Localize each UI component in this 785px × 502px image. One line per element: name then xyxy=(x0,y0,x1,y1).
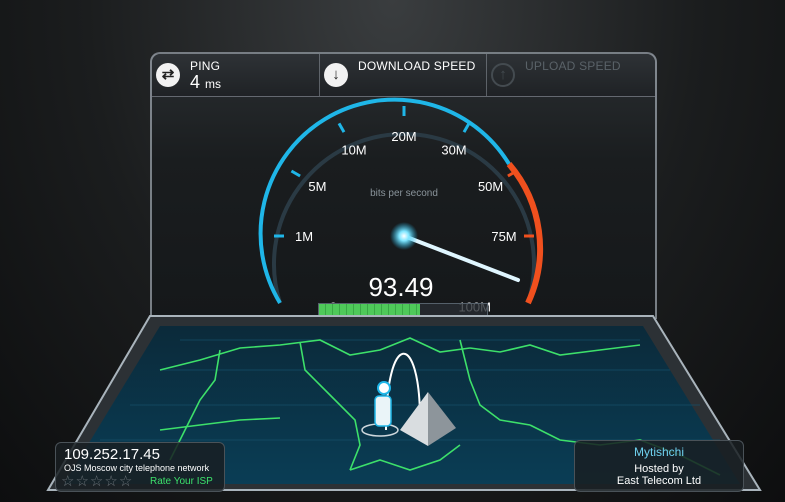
server-host: East Telecom Ltd xyxy=(616,475,702,487)
user-icon xyxy=(374,381,392,427)
server-map-platform xyxy=(46,315,762,491)
star-icon[interactable]: ☆ xyxy=(75,473,88,490)
ip-address: 109.252.17.45 xyxy=(64,446,160,463)
speedtest-app: ⇄ PING 4 ms ↓ DOWNLOAD SPEED ↑ UPLOAD SP… xyxy=(0,0,785,502)
star-icon[interactable]: ☆ xyxy=(119,473,132,490)
rate-isp-link[interactable]: Rate Your ISP xyxy=(150,476,213,487)
star-icon[interactable]: ☆ xyxy=(104,473,117,490)
server-city: Mytishchi xyxy=(633,445,684,459)
star-icon[interactable]: ☆ xyxy=(61,473,74,490)
hosted-by-label: Hosted by xyxy=(634,463,684,475)
isp-rating-stars[interactable]: ☆☆☆☆☆ xyxy=(61,472,133,491)
star-icon[interactable]: ☆ xyxy=(90,473,103,490)
isp-info-panel: 109.252.17.45 OJS Moscow city telephone … xyxy=(55,442,225,492)
server-info-panel[interactable]: Mytishchi Hosted by East Telecom Ltd xyxy=(574,440,744,492)
